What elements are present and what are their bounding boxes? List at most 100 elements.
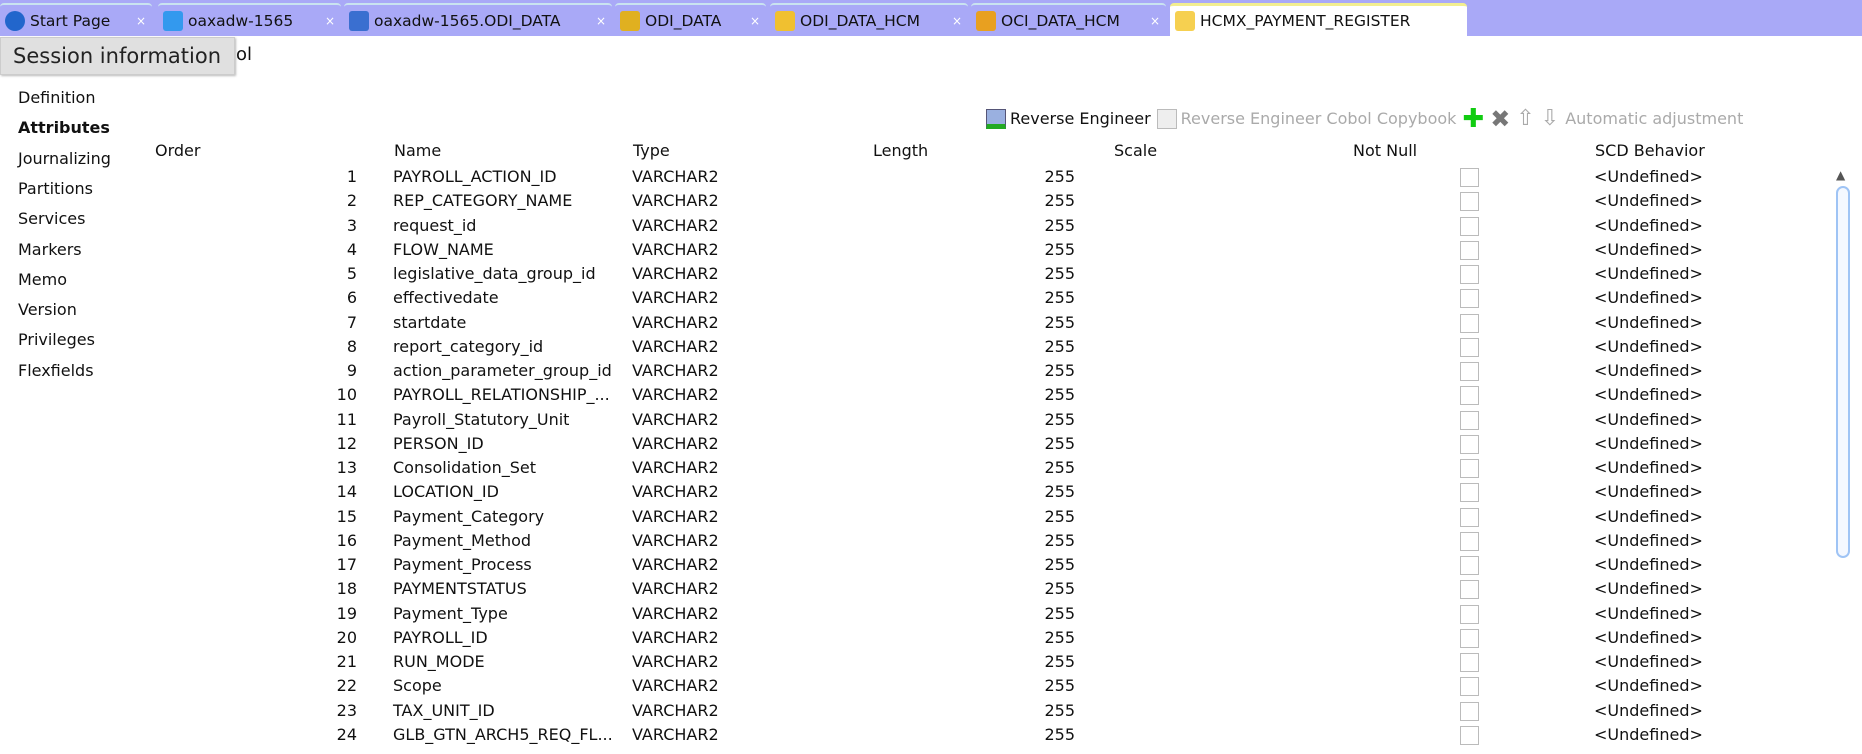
close-tab-icon[interactable]: ×: [596, 14, 606, 28]
scd-behavior-cell[interactable]: <Undefined>: [1594, 482, 1703, 501]
name-cell[interactable]: legislative_data_group_id: [393, 264, 596, 283]
name-cell[interactable]: Payment_Type: [393, 604, 508, 623]
name-cell[interactable]: PAYROLL_ACTION_ID: [393, 167, 557, 186]
name-cell[interactable]: Payroll_Statutory_Unit: [393, 410, 569, 429]
table-row[interactable]: 15 Payment_Category VARCHAR2 255 <Undefi…: [0, 505, 1830, 529]
table-row[interactable]: 10 PAYROLL_RELATIONSHIP_... VARCHAR2 255…: [0, 383, 1830, 407]
automatic-adjustment-button[interactable]: Automatic adjustment: [1565, 109, 1743, 128]
scd-behavior-cell[interactable]: <Undefined>: [1594, 628, 1703, 647]
scd-behavior-cell[interactable]: <Undefined>: [1594, 458, 1703, 477]
vertical-scrollbar[interactable]: [1836, 186, 1850, 558]
scale-cell[interactable]: 255: [1044, 361, 1075, 380]
type-cell[interactable]: VARCHAR2: [632, 701, 719, 720]
scroll-up-arrow-icon[interactable]: ▲: [1836, 168, 1845, 182]
scale-cell[interactable]: 255: [1044, 167, 1075, 186]
scale-cell[interactable]: 255: [1044, 216, 1075, 235]
type-cell[interactable]: VARCHAR2: [632, 652, 719, 671]
scale-cell[interactable]: 255: [1044, 701, 1075, 720]
table-row[interactable]: 13 Consolidation_Set VARCHAR2 255 <Undef…: [0, 456, 1830, 480]
scale-cell[interactable]: 255: [1044, 264, 1075, 283]
scale-cell[interactable]: 255: [1044, 288, 1075, 307]
name-cell[interactable]: REP_CATEGORY_NAME: [393, 191, 572, 210]
name-cell[interactable]: PAYMENTSTATUS: [393, 579, 527, 598]
scd-behavior-cell[interactable]: <Undefined>: [1594, 701, 1703, 720]
not-null-checkbox[interactable]: [1460, 410, 1479, 430]
close-tab-icon[interactable]: ×: [136, 14, 146, 28]
not-null-checkbox[interactable]: [1460, 192, 1479, 212]
name-cell[interactable]: request_id: [393, 216, 476, 235]
not-null-checkbox[interactable]: [1460, 556, 1479, 576]
scd-behavior-cell[interactable]: <Undefined>: [1594, 434, 1703, 453]
scale-cell[interactable]: 255: [1044, 410, 1075, 429]
name-cell[interactable]: GLB_GTN_ARCH5_REQ_FL...: [393, 725, 613, 744]
type-cell[interactable]: VARCHAR2: [632, 434, 719, 453]
not-null-checkbox[interactable]: [1460, 507, 1479, 527]
scale-cell[interactable]: 255: [1044, 507, 1075, 526]
table-row[interactable]: 9 action_parameter_group_id VARCHAR2 255…: [0, 359, 1830, 383]
type-cell[interactable]: VARCHAR2: [632, 361, 719, 380]
type-cell[interactable]: VARCHAR2: [632, 191, 719, 210]
table-row[interactable]: 19 Payment_Type VARCHAR2 255 <Undefined>: [0, 602, 1830, 626]
table-row[interactable]: 4 FLOW_NAME VARCHAR2 255 <Undefined>: [0, 238, 1830, 262]
type-cell[interactable]: VARCHAR2: [632, 628, 719, 647]
scd-behavior-cell[interactable]: <Undefined>: [1594, 531, 1703, 550]
tab-oaxadw-1565-odi-data[interactable]: oaxadw-1565.ODI_DATA ×: [344, 3, 612, 36]
sidebar-item-definition[interactable]: Definition: [18, 88, 95, 107]
scale-cell[interactable]: 255: [1044, 676, 1075, 695]
not-null-checkbox[interactable]: [1460, 628, 1479, 648]
scale-cell[interactable]: 255: [1044, 313, 1075, 332]
table-row[interactable]: 21 RUN_MODE VARCHAR2 255 <Undefined>: [0, 650, 1830, 674]
column-header-length[interactable]: Length: [873, 141, 928, 160]
not-null-checkbox[interactable]: [1460, 289, 1479, 309]
scale-cell[interactable]: 255: [1044, 458, 1075, 477]
scd-behavior-cell[interactable]: <Undefined>: [1594, 579, 1703, 598]
name-cell[interactable]: PERSON_ID: [393, 434, 484, 453]
not-null-checkbox[interactable]: [1460, 483, 1479, 503]
not-null-checkbox[interactable]: [1460, 459, 1479, 479]
tab-odi-data-hcm[interactable]: ODI_DATA_HCM ×: [770, 3, 968, 36]
table-row[interactable]: 18 PAYMENTSTATUS VARCHAR2 255 <Undefined…: [0, 577, 1830, 601]
not-null-checkbox[interactable]: [1460, 653, 1479, 673]
scd-behavior-cell[interactable]: <Undefined>: [1594, 385, 1703, 404]
close-tab-icon[interactable]: ×: [750, 14, 760, 28]
scale-cell[interactable]: 255: [1044, 482, 1075, 501]
table-row[interactable]: 23 TAX_UNIT_ID VARCHAR2 255 <Undefined>: [0, 699, 1830, 723]
scd-behavior-cell[interactable]: <Undefined>: [1594, 288, 1703, 307]
not-null-checkbox[interactable]: [1460, 265, 1479, 285]
scale-cell[interactable]: 255: [1044, 434, 1075, 453]
name-cell[interactable]: startdate: [393, 313, 466, 332]
scd-behavior-cell[interactable]: <Undefined>: [1594, 676, 1703, 695]
type-cell[interactable]: VARCHAR2: [632, 507, 719, 526]
table-row[interactable]: 3 request_id VARCHAR2 255 <Undefined>: [0, 214, 1830, 238]
name-cell[interactable]: effectivedate: [393, 288, 499, 307]
scale-cell[interactable]: 255: [1044, 725, 1075, 744]
type-cell[interactable]: VARCHAR2: [632, 555, 719, 574]
type-cell[interactable]: VARCHAR2: [632, 676, 719, 695]
scd-behavior-cell[interactable]: <Undefined>: [1594, 507, 1703, 526]
scd-behavior-cell[interactable]: <Undefined>: [1594, 167, 1703, 186]
scd-behavior-cell[interactable]: <Undefined>: [1594, 264, 1703, 283]
tab-oaxadw-1565[interactable]: oaxadw-1565 ×: [158, 3, 341, 36]
not-null-checkbox[interactable]: [1460, 677, 1479, 697]
close-tab-icon[interactable]: ×: [952, 14, 962, 28]
table-row[interactable]: 1 PAYROLL_ACTION_ID VARCHAR2 255 <Undefi…: [0, 165, 1830, 189]
type-cell[interactable]: VARCHAR2: [632, 482, 719, 501]
scd-behavior-cell[interactable]: <Undefined>: [1594, 361, 1703, 380]
scale-cell[interactable]: 255: [1044, 385, 1075, 404]
scd-behavior-cell[interactable]: <Undefined>: [1594, 604, 1703, 623]
not-null-checkbox[interactable]: [1460, 240, 1479, 260]
scale-cell[interactable]: 255: [1044, 191, 1075, 210]
column-header-scale[interactable]: Scale: [1114, 141, 1157, 160]
table-row[interactable]: 22 Scope VARCHAR2 255 <Undefined>: [0, 674, 1830, 698]
not-null-checkbox[interactable]: [1460, 701, 1479, 721]
table-row[interactable]: 14 LOCATION_ID VARCHAR2 255 <Undefined>: [0, 480, 1830, 504]
name-cell[interactable]: Payment_Process: [393, 555, 532, 574]
name-cell[interactable]: TAX_UNIT_ID: [393, 701, 495, 720]
column-header-scd-behavior[interactable]: SCD Behavior: [1595, 141, 1705, 160]
sidebar-item-attributes[interactable]: Attributes: [18, 118, 110, 137]
not-null-checkbox[interactable]: [1460, 168, 1479, 187]
table-row[interactable]: 17 Payment_Process VARCHAR2 255 <Undefin…: [0, 553, 1830, 577]
move-down-button[interactable]: ⇩: [1541, 106, 1559, 131]
column-header-not-null[interactable]: Not Null: [1353, 141, 1417, 160]
scd-behavior-cell[interactable]: <Undefined>: [1594, 410, 1703, 429]
